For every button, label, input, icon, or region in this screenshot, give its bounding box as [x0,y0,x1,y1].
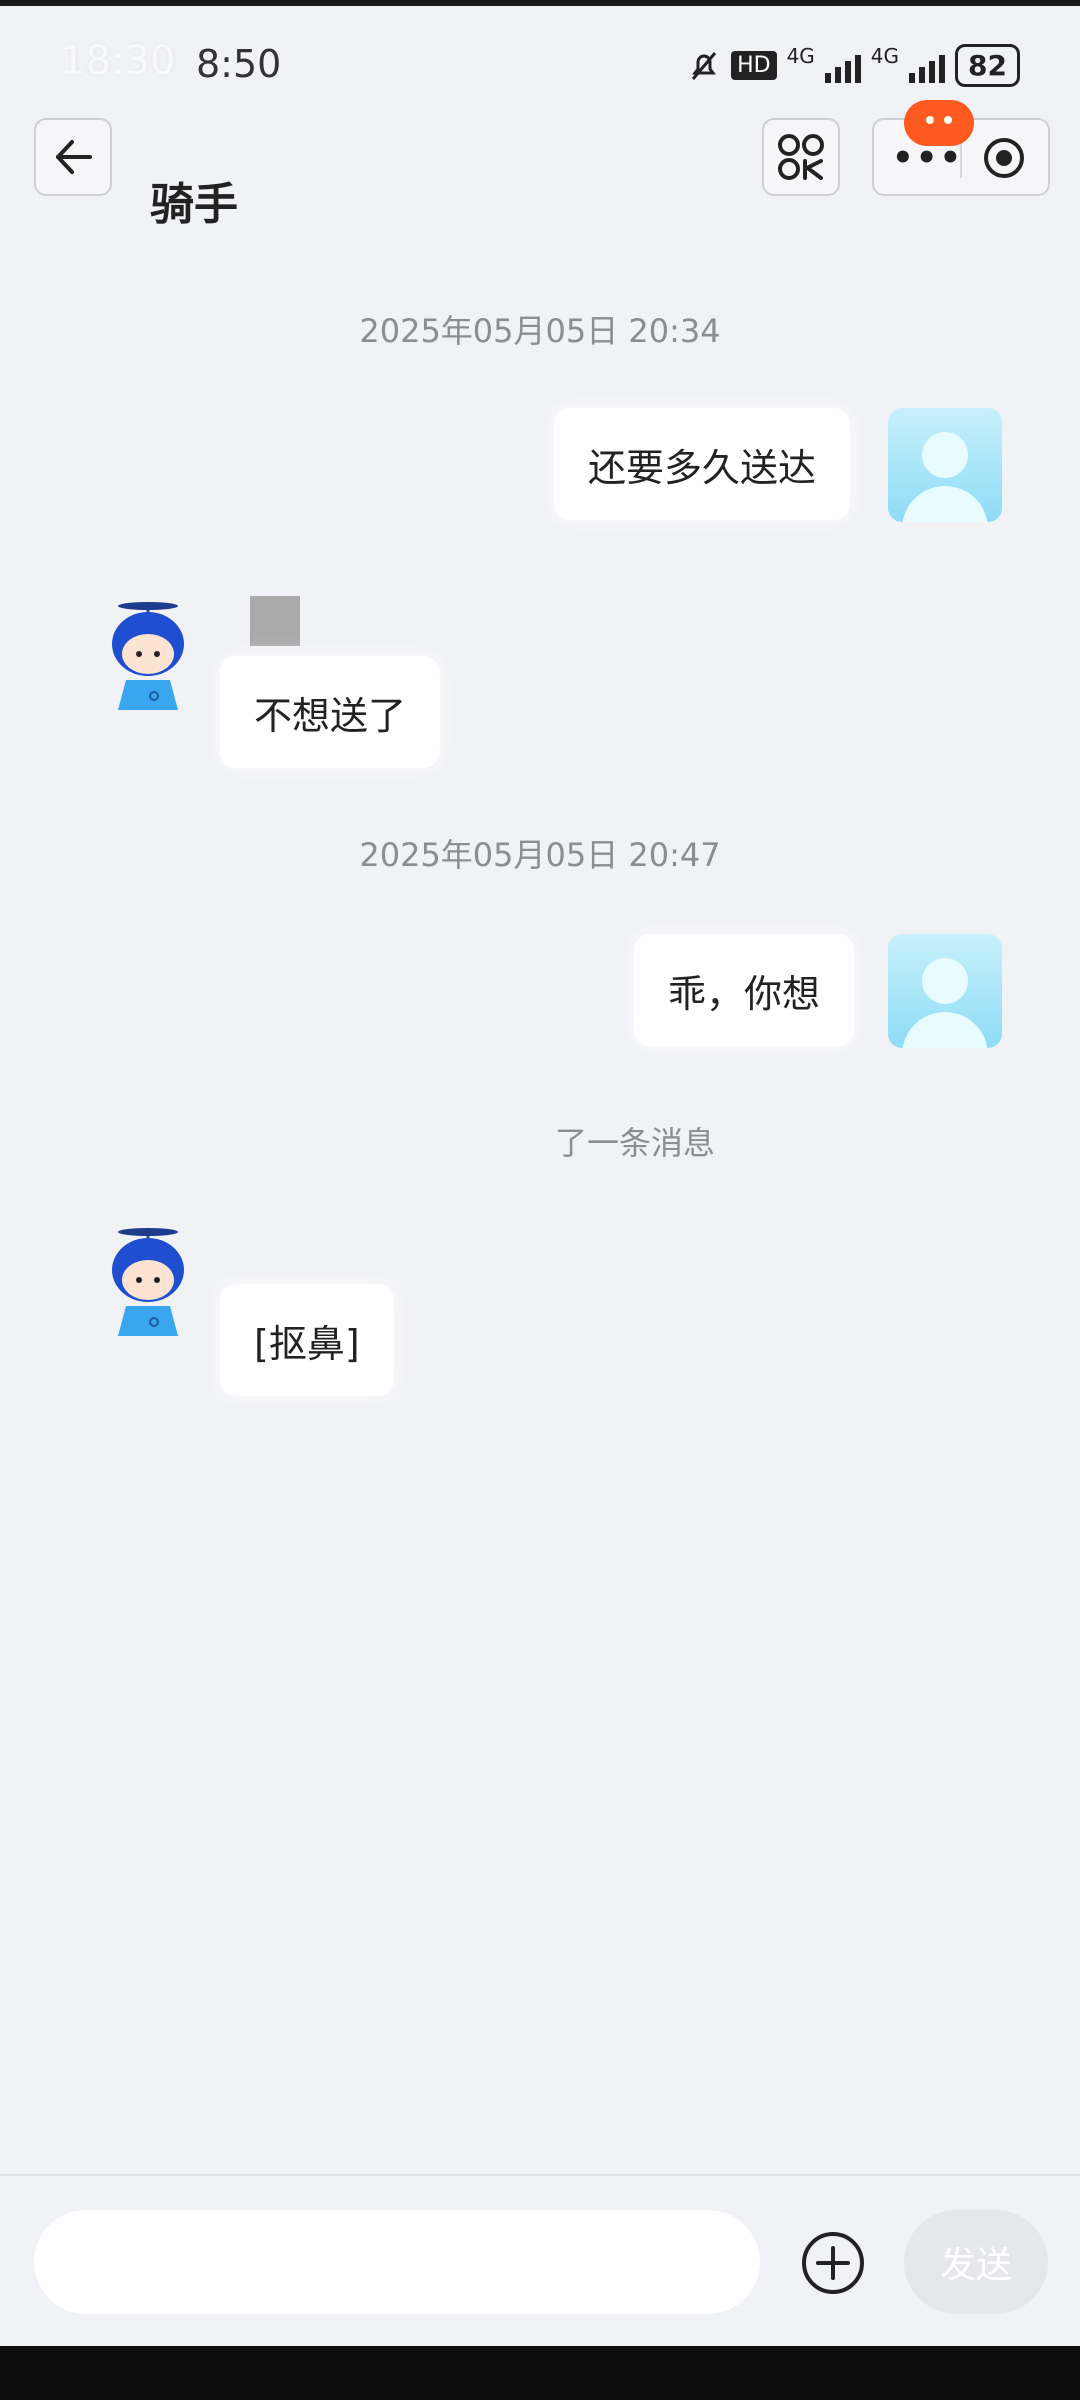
status-icons: HD 4G 4G 82 [687,44,1020,87]
incoming-message[interactable]: [抠鼻] [220,1284,394,1396]
battery-indicator: 82 [955,44,1020,87]
rider-avatar[interactable] [96,600,200,710]
signal-icon-2 [909,49,946,83]
timestamp: 2025年05月05日 20:47 [359,836,721,874]
rider-avatar[interactable] [96,1226,200,1336]
status-time-ghost: 18:30 [60,38,176,84]
timestamp: 2025年05月05日 20:34 [359,312,721,350]
target-icon[interactable] [982,136,1026,180]
bell-muted-icon [691,51,717,80]
incoming-message[interactable]: 不想送了 [220,656,441,768]
message-input[interactable] [34,2210,760,2314]
redacted-name [250,596,300,646]
input-bar: 发送 [0,2174,1080,2348]
network-label-2: 4G [870,44,900,68]
navigation-bar [0,2346,1080,2400]
outgoing-message[interactable]: 还要多久送达 [554,408,851,520]
chat-header: 骑手 ••• [0,100,1080,230]
status-time: 8:50 [196,42,282,86]
recalled-message-notice: 了一条消息 [554,1124,715,1162]
qr-code-icon [778,134,824,180]
outgoing-message[interactable]: 乖，你想 [634,934,855,1046]
user-avatar[interactable] [888,408,1002,522]
user-avatar[interactable] [888,934,1002,1048]
signal-icon-1 [824,49,861,83]
page-title: 骑手 [150,179,238,230]
network-label-1: 4G [786,44,815,68]
send-button[interactable]: 发送 [904,2210,1048,2314]
back-button[interactable] [34,118,112,196]
notification-bubble-icon [904,100,974,146]
plus-circle-icon[interactable] [800,2230,866,2296]
hd-badge: HD [731,51,777,80]
qr-code-button[interactable] [762,118,840,196]
arrow-left-icon [56,140,92,174]
